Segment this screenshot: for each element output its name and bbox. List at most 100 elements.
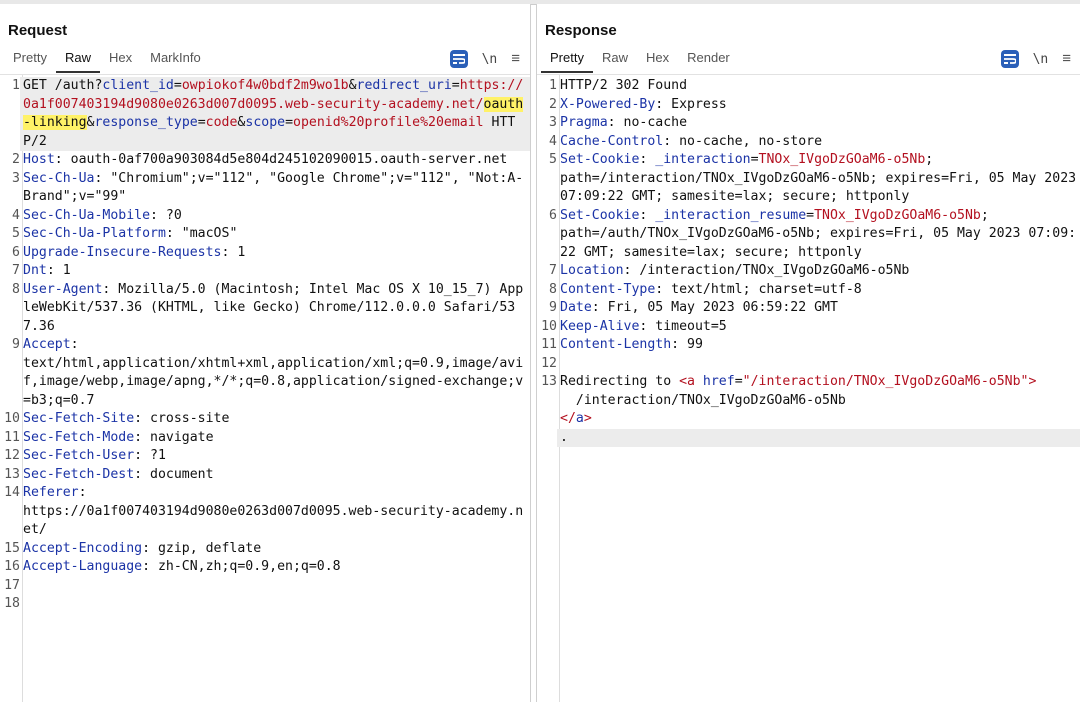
line-content: Set-Cookie: _interaction=TNOx_IVgoDzGOaM… — [557, 151, 1080, 207]
code-token: : navigate — [134, 429, 214, 445]
code-line: 6 Upgrade-Insecure-Requests: 1 — [0, 244, 530, 263]
request-tabs: Pretty Raw Hex MarkInfo — [4, 49, 210, 73]
code-token: = — [285, 115, 294, 130]
code-token: redirect_uri — [356, 78, 452, 93]
code-token: : zh-CN,zh;q=0.9,en;q=0.8 — [142, 559, 341, 574]
line-number: 16 — [4, 559, 20, 574]
line-content: Date: Fri, 05 May 2023 06:59:22 GMT — [557, 299, 1080, 318]
line-number: 2 — [12, 152, 20, 167]
code-token: TNOx_IVgoDzGOaM6-o5Nb — [758, 152, 926, 167]
response-code: 1 HTTP/2 302 Found 2 X-Powered-By: Express 3… — [537, 74, 1080, 702]
code-line: 5 Set-Cookie: _interaction=TNOx_IVgoDzGOa… — [537, 151, 1080, 207]
line-content: Sec-Fetch-User: ?1 — [20, 447, 530, 466]
code-token: Sec-Fetch-Site — [23, 411, 135, 426]
tab-hex[interactable]: Hex — [637, 49, 678, 73]
code-token: code — [205, 115, 238, 130]
code-token: : text/html; charset=utf-8 — [655, 281, 862, 297]
line-content: Accept: text/html,application/xhtml+xml,… — [20, 336, 530, 410]
code-token: : timeout=5 — [639, 318, 727, 334]
code-token: Set-Cookie — [560, 152, 640, 167]
line-content: Dnt: 1 — [20, 262, 530, 281]
tab-markinfo[interactable]: MarkInfo — [141, 49, 210, 73]
response-tools: \n ≡ — [1000, 50, 1071, 68]
code-token: . — [560, 429, 568, 445]
code-token: = — [806, 207, 815, 223]
hamburger-menu-icon[interactable]: ≡ — [1062, 51, 1071, 66]
code-token: Sec-Ch-Ua-Mobile — [23, 207, 151, 223]
code-line: 13 Sec-Fetch-Dest: document — [0, 466, 530, 485]
line-number: 9 — [12, 337, 20, 352]
code-token: response_type — [94, 115, 198, 130]
line-number: 6 — [12, 244, 20, 260]
tab-raw[interactable]: Raw — [593, 49, 637, 73]
tab-pretty[interactable]: Pretty — [541, 49, 593, 73]
code-token: Location — [560, 263, 624, 278]
line-number: 18 — [4, 596, 20, 611]
line-number: 8 — [549, 281, 557, 297]
line-number: 15 — [4, 540, 20, 556]
line-number: 13 — [541, 374, 557, 389]
code-line: 8 User-Agent: Mozilla/5.0 (Macintosh; Int… — [0, 281, 530, 337]
code-line: 16 Accept-Language: zh-CN,zh;q=0.9,en;q=0… — [0, 558, 530, 577]
line-number: 1 — [549, 78, 557, 93]
code-token: HTTP/2 302 Found — [560, 78, 688, 93]
line-content: Sec-Fetch-Dest: document — [20, 466, 530, 485]
tab-raw[interactable]: Raw — [55, 49, 100, 73]
code-token: Set-Cookie — [560, 207, 640, 223]
code-token: Date — [560, 300, 592, 315]
word-wrap-button[interactable] — [449, 50, 468, 68]
line-number: 11 — [541, 337, 557, 352]
code-line: 13 Redirecting to <a href="/interaction/T… — [537, 373, 1080, 429]
code-line: 1 HTTP/2 302 Found — [537, 77, 1080, 96]
code-token: User-Agent — [23, 281, 103, 297]
response-pane: Response Pretty Raw Hex Render \n ≡ 1 HTT… — [536, 4, 1080, 702]
line-content: Accept-Language: zh-CN,zh;q=0.9,en;q=0.8 — [20, 558, 530, 577]
line-content: GET /auth?client_id=owpiokof4w0bdf2m9wo1… — [20, 77, 530, 151]
tab-pretty[interactable]: Pretty — [4, 49, 56, 73]
code-line: 8 Content-Type: text/html; charset=utf-8 — [537, 281, 1080, 300]
code-token: _interaction — [655, 152, 751, 167]
line-number: 7 — [12, 263, 20, 278]
line-number: 10 — [4, 411, 20, 426]
code-token: Accept-Encoding — [23, 540, 143, 556]
line-number: 6 — [549, 207, 557, 223]
line-number: 12 — [541, 355, 557, 371]
line-number: 4 — [549, 133, 557, 149]
response-editor[interactable]: 1 HTTP/2 302 Found 2 X-Powered-By: Express 3… — [537, 74, 1080, 702]
code-token: Pragma — [560, 115, 608, 130]
code-token: /interaction/TNOx_IVgoDzGOaM6-o5Nb — [575, 392, 846, 408]
code-token: : cross-site — [134, 411, 230, 426]
code-line: 9 Date: Fri, 05 May 2023 06:59:22 GMT — [537, 299, 1080, 318]
tab-hex[interactable]: Hex — [100, 49, 141, 73]
code-line: 15 Accept-Encoding: gzip, deflate — [0, 540, 530, 559]
code-token: : 1 — [221, 244, 246, 260]
code-token: : ?1 — [134, 448, 166, 463]
line-content: Content-Type: text/html; charset=utf-8 — [557, 281, 1080, 300]
line-content: Keep-Alive: timeout=5 — [557, 318, 1080, 337]
line-number: 13 — [4, 466, 20, 482]
line-content: Upgrade-Insecure-Requests: 1 — [20, 244, 530, 263]
hamburger-menu-icon[interactable]: ≡ — [511, 51, 520, 66]
line-content: Sec-Ch-Ua-Platform: "macOS" — [20, 225, 530, 244]
line-content — [557, 355, 1080, 374]
line-number: 5 — [12, 226, 20, 241]
code-line: 7 Dnt: 1 — [0, 262, 530, 281]
code-token: & — [348, 78, 357, 93]
newline-toggle[interactable]: \n — [1033, 52, 1049, 67]
tab-render[interactable]: Render — [678, 49, 739, 73]
code-token: : no-cache — [607, 115, 688, 130]
line-number: 11 — [4, 429, 20, 445]
code-token: <a — [679, 374, 703, 389]
code-line: 7 Location: /interaction/TNOx_IVgoDzGOaM6… — [537, 262, 1080, 281]
code-token: openid%20profile%20email — [293, 115, 484, 130]
code-token: Sec-Fetch-User — [23, 448, 135, 463]
code-token: GET /auth? — [23, 78, 103, 93]
request-editor[interactable]: 1 GET /auth?client_id=owpiokof4w0bdf2m9wo… — [0, 74, 530, 702]
code-token: : 1 — [46, 263, 71, 278]
code-token: : text/html,application/xhtml+xml,applic… — [23, 337, 524, 408]
word-wrap-button[interactable] — [1000, 50, 1019, 68]
code-token: Sec-Fetch-Mode — [23, 429, 135, 445]
newline-toggle[interactable]: \n — [482, 52, 498, 67]
code-line: 1 GET /auth?client_id=owpiokof4w0bdf2m9wo… — [0, 77, 530, 151]
line-number: 5 — [549, 152, 557, 167]
